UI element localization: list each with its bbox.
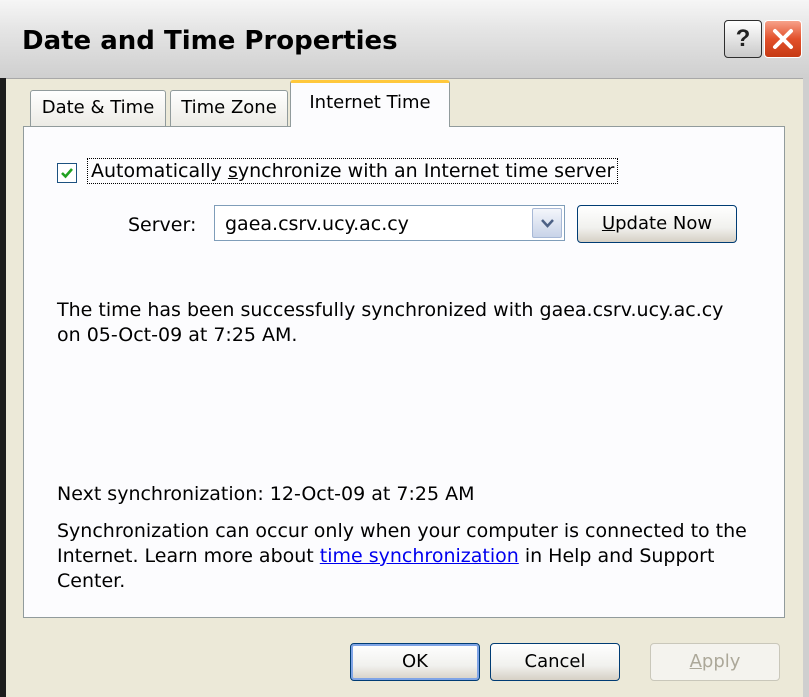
time-sync-help-link[interactable]: time synchronization (320, 545, 519, 567)
server-dropdown-button[interactable] (532, 208, 562, 238)
title-bar[interactable]: Date and Time Properties ? (0, 0, 809, 79)
close-icon (773, 29, 793, 49)
auto-sync-label[interactable]: Automatically synchronize with an Intern… (87, 158, 619, 184)
auto-sync-checkbox[interactable] (57, 163, 77, 183)
close-button[interactable] (764, 20, 802, 58)
info-line-1: Synchronization can occur only when your… (57, 520, 747, 542)
checkmark-icon (61, 168, 73, 179)
sync-status-line-2: on 05-Oct-09 at 7:25 AM. (57, 324, 298, 346)
server-combobox[interactable]: gaea.csrv.ucy.ac.cy (214, 205, 565, 241)
chevron-down-icon (541, 219, 554, 228)
info-line-2: Internet. Learn more about time synchron… (57, 545, 715, 567)
apply-button[interactable]: Apply (650, 643, 780, 681)
server-label: Server: (128, 214, 197, 236)
next-sync-text: Next synchronization: 12-Oct-09 at 7:25 … (57, 483, 475, 505)
window-title: Date and Time Properties (22, 26, 398, 56)
update-now-button[interactable]: Update Now (577, 205, 737, 243)
window-border-right (803, 78, 809, 697)
server-value[interactable]: gaea.csrv.ucy.ac.cy (225, 213, 409, 235)
tab-internet-time[interactable]: Internet Time (290, 80, 450, 127)
date-time-properties-window: Date and Time Properties ? Date & Time T… (0, 0, 809, 697)
window-border-left (0, 78, 6, 697)
info-line-3: Center. (57, 570, 126, 592)
ok-button[interactable]: OK (350, 643, 480, 681)
sync-status-line-1: The time has been successfully synchroni… (57, 299, 724, 321)
help-button[interactable]: ? (724, 20, 762, 58)
tab-time-zone[interactable]: Time Zone (170, 90, 288, 126)
tab-date-time[interactable]: Date & Time (30, 90, 166, 126)
cancel-button[interactable]: Cancel (490, 643, 620, 681)
